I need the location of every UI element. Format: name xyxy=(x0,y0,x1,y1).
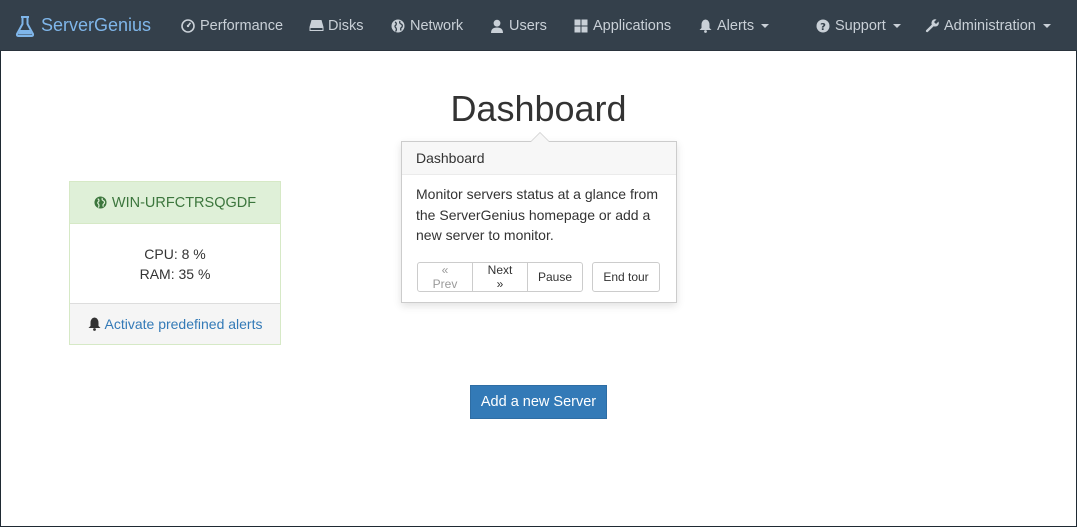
server-cpu: CPU: 8 % xyxy=(144,245,206,262)
nav-network[interactable]: Network xyxy=(390,0,463,51)
brand-name: ServerGenius xyxy=(41,15,152,35)
user-icon xyxy=(489,19,505,33)
nav-users-label: Users xyxy=(509,17,547,34)
popover-arrow xyxy=(530,132,550,142)
tour-prev-button[interactable]: « Prev xyxy=(417,262,473,292)
grid-icon xyxy=(573,19,589,33)
nav-administration-label: Administration xyxy=(944,17,1036,34)
tour-next-button[interactable]: Next » xyxy=(472,262,528,292)
globe-icon xyxy=(390,19,406,33)
nav-administration-dropdown[interactable]: Administration xyxy=(924,0,1051,51)
hdd-icon xyxy=(308,19,324,33)
tour-pause-button[interactable]: Pause xyxy=(527,262,583,292)
nav-support-label: Support xyxy=(835,17,886,34)
question-circle-icon: ? xyxy=(815,19,831,33)
add-server-button[interactable]: Add a new Server xyxy=(470,385,607,419)
server-panel: WIN-URFCTRSQGDF CPU: 8 % RAM: 35 % Activ… xyxy=(69,181,281,345)
bell-icon xyxy=(697,19,713,33)
brand-link[interactable]: ServerGenius xyxy=(15,0,151,51)
nav-alerts-label: Alerts xyxy=(717,17,755,34)
nav-alerts-dropdown[interactable]: Alerts xyxy=(697,0,770,51)
page-title: Dashboard xyxy=(450,88,627,129)
nav-performance-label: Performance xyxy=(200,17,284,34)
server-stats: CPU: 8 % RAM: 35 % xyxy=(70,224,280,304)
nav-disks[interactable]: Disks xyxy=(308,0,363,51)
tour-popover-title: Dashboard xyxy=(402,142,676,175)
wrench-icon xyxy=(924,19,940,33)
bell-icon xyxy=(88,317,101,331)
nav-network-label: Network xyxy=(410,17,464,34)
chevron-down-icon xyxy=(761,23,770,28)
activate-alerts-link[interactable]: Activate predefined alerts xyxy=(105,316,263,332)
globe-icon xyxy=(94,196,107,209)
server-panel-footer: Activate predefined alerts xyxy=(70,304,280,344)
tour-popover: Dashboard Monitor servers status at a gl… xyxy=(401,132,677,303)
tour-navigation: « Prev Next » Pause End tour xyxy=(417,262,660,292)
flask-icon xyxy=(15,15,35,37)
chevron-down-icon xyxy=(1042,23,1051,28)
tour-end-button[interactable]: End tour xyxy=(592,262,660,292)
nav-applications[interactable]: Applications xyxy=(573,0,671,51)
nav-disks-label: Disks xyxy=(328,17,364,34)
tour-popover-content: Monitor servers status at a glance from … xyxy=(416,186,658,243)
top-navbar: ServerGenius Performance Disks Network U… xyxy=(0,0,1077,51)
nav-applications-label: Applications xyxy=(593,17,672,34)
nav-users[interactable]: Users xyxy=(489,0,547,51)
server-panel-header[interactable]: WIN-URFCTRSQGDF xyxy=(70,182,280,224)
nav-performance[interactable]: Performance xyxy=(180,0,283,51)
server-ram: RAM: 35 % xyxy=(139,265,211,282)
svg-text:?: ? xyxy=(820,21,826,32)
server-name: WIN-URFCTRSQGDF xyxy=(111,194,257,211)
dashboard-icon xyxy=(180,18,196,33)
nav-support-dropdown[interactable]: ? Support xyxy=(815,0,901,51)
chevron-down-icon xyxy=(892,23,901,28)
